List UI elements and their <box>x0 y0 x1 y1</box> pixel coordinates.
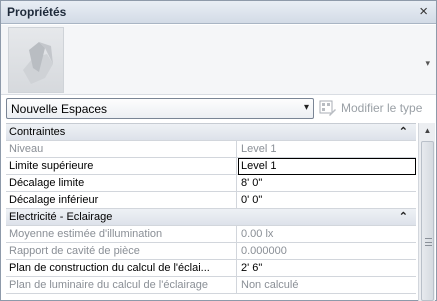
section-label: Electricité - Eclairage <box>9 211 113 223</box>
edit-type-button[interactable]: Modifier le type <box>319 100 433 118</box>
property-value[interactable]: 2' 6" <box>238 260 416 276</box>
property-row-plan-construction[interactable]: Plan de construction du calcul de l'écla… <box>6 260 416 277</box>
property-name: Niveau <box>6 141 237 157</box>
scrollbar-thumb[interactable] <box>421 141 434 301</box>
property-row-moyenne-illumination: Moyenne estimée d'illumination 0.00 lx <box>6 226 416 243</box>
type-thumbnail <box>8 27 64 93</box>
close-icon[interactable]: × <box>419 3 428 20</box>
property-row-niveau: Niveau Level 1 <box>6 141 416 158</box>
property-name: Limite supérieure <box>6 158 237 174</box>
type-preview-area: ▾ <box>1 25 436 95</box>
section-header-electrical[interactable]: Electricité - Eclairage ⌃ <box>6 209 416 226</box>
type-selector-value: Nouvelle Espaces <box>11 102 108 116</box>
property-value: Non calculé <box>241 279 299 291</box>
edit-type-icon <box>319 100 336 116</box>
collapse-icon[interactable]: ⌃ <box>399 125 408 138</box>
property-name: Moyenne estimée d'illumination <box>6 226 237 242</box>
property-value-input[interactable]: Level 1 <box>238 158 416 175</box>
property-value[interactable]: 8' 0" <box>238 175 416 191</box>
section-header-constraints[interactable]: Contraintes ⌃ <box>6 124 416 141</box>
property-row-decalage-inferieur[interactable]: Décalage inférieur 0' 0" <box>6 192 416 209</box>
properties-grid: Contraintes ⌃ Niveau Level 1 Limite supé… <box>6 123 416 301</box>
property-row-decalage-limite[interactable]: Décalage limite 8' 0" <box>6 175 416 192</box>
type-selector-dropdown[interactable]: Nouvelle Espaces ▾ <box>6 98 314 119</box>
type-selector-row: Nouvelle Espaces ▾ Modifier le type <box>1 96 436 121</box>
property-value: 0.00 lx <box>241 228 274 240</box>
edit-type-label: Modifier le type <box>341 101 423 115</box>
property-value[interactable]: 0' 0" <box>238 192 416 208</box>
title-bar: Propriétés × <box>1 1 436 24</box>
dropdown-arrow-icon: ▾ <box>303 102 309 113</box>
property-value: 0.000000 <box>241 245 287 257</box>
property-name: Rapport de cavité de pièce <box>6 243 237 259</box>
property-row-plan-luminaire: Plan de luminaire du calcul de l'éclaira… <box>6 277 416 294</box>
scroll-up-icon[interactable]: ▲ <box>419 123 436 139</box>
properties-panel: Propriétés × ▾ Nouvelle Espaces ▾ Modifi… <box>0 0 437 301</box>
property-name: Plan de construction du calcul de l'écla… <box>6 260 237 276</box>
property-value: Level 1 <box>241 143 277 155</box>
chevron-down-icon[interactable]: ▾ <box>425 58 430 69</box>
family-icon <box>23 42 53 84</box>
collapse-icon[interactable]: ⌃ <box>399 210 408 223</box>
property-row-limite-superieure[interactable]: Limite supérieure Level 1 <box>6 158 416 175</box>
grip-icon <box>425 238 432 246</box>
section-label: Contraintes <box>9 126 66 138</box>
panel-title: Propriétés <box>7 5 67 19</box>
vertical-scrollbar[interactable]: ▲ <box>418 123 435 301</box>
property-name: Plan de luminaire du calcul de l'éclaira… <box>6 277 237 293</box>
property-name: Décalage inférieur <box>6 192 237 208</box>
property-row-rapport-cavite: Rapport de cavité de pièce 0.000000 <box>6 243 416 260</box>
property-name: Décalage limite <box>6 175 237 191</box>
